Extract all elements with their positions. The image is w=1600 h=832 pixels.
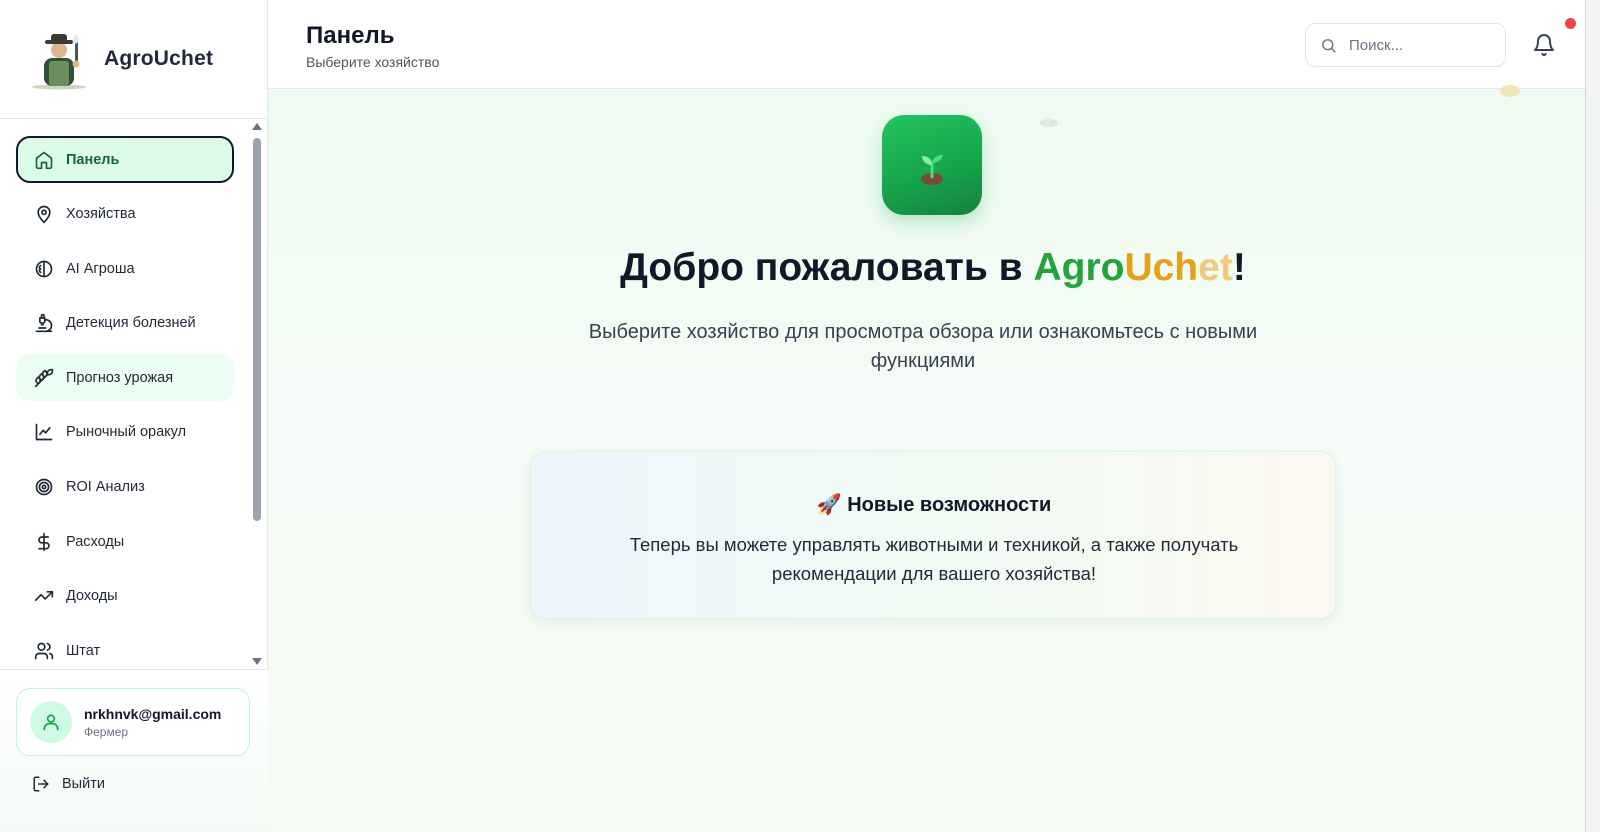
home-icon — [35, 151, 53, 169]
feature-title-text: Новые возможности — [847, 494, 1052, 516]
logout-button[interactable]: Выйти — [32, 775, 105, 793]
search-box[interactable] — [1305, 23, 1506, 67]
user-email: nrkhnvk@gmail.com — [84, 705, 222, 722]
window-right-edge — [1585, 0, 1600, 832]
sidebar-item-market-oracle[interactable]: Рыночный оракул — [16, 409, 234, 456]
scroll-up-arrow-icon[interactable] — [252, 123, 262, 130]
cloud-icon — [1040, 117, 1058, 127]
user-role: Фермер — [84, 724, 129, 739]
sidebar-item-roi-analysis[interactable]: ROI Анализ — [16, 464, 234, 511]
feature-title: 🚀 Новые возможности — [531, 492, 1337, 517]
sidebar-item-label: ROI Анализ — [66, 479, 145, 496]
page-title: Панель — [306, 22, 395, 49]
sidebar-scrollbar[interactable] — [251, 123, 263, 665]
notification-badge — [1565, 18, 1576, 29]
sidebar-item-label: Прогноз урожая — [66, 369, 174, 386]
search-icon — [1322, 38, 1336, 53]
microscope-icon — [35, 314, 53, 333]
scrollbar-thumb[interactable] — [253, 138, 261, 521]
trending-up-icon — [34, 591, 54, 602]
sidebar: AgroUchet Панель Хозяйства AI Агроша Дет… — [0, 0, 268, 832]
sidebar-item-income[interactable]: Доходы — [16, 573, 234, 620]
avatar — [30, 701, 72, 743]
user-section: nrkhnvk@gmail.com Фермер Выйти — [0, 669, 268, 832]
sidebar-item-label: Штат — [66, 642, 101, 659]
sidebar-nav: Панель Хозяйства AI Агроша Детекция боле… — [0, 119, 268, 669]
main-content: Добро пожаловать в AgroUchet! Выберите х… — [268, 85, 1585, 832]
user-card[interactable]: nrkhnvk@gmail.com Фермер — [16, 688, 250, 756]
sun-icon — [1500, 85, 1520, 97]
brand-name-part: Agro — [1033, 246, 1125, 289]
sidebar-item-expenses[interactable]: Расходы — [16, 518, 234, 565]
sidebar-item-farms[interactable]: Хозяйства — [16, 191, 234, 238]
welcome-prefix: Добро пожаловать в — [620, 246, 1034, 289]
new-features-card: 🚀 Новые возможности Теперь вы можете упр… — [530, 451, 1336, 619]
brain-icon — [35, 260, 53, 278]
sidebar-item-label: Панель — [66, 151, 120, 168]
wheat-icon — [34, 368, 54, 388]
bell-icon[interactable] — [1532, 33, 1556, 57]
target-icon — [35, 478, 53, 496]
sidebar-item-disease-detection[interactable]: Детекция болезней — [16, 300, 234, 347]
logout-label: Выйти — [62, 776, 105, 792]
sidebar-item-yield-forecast[interactable]: Прогноз урожая — [16, 354, 234, 402]
sidebar-item-ai-agrosha[interactable]: AI Агроша — [16, 245, 234, 292]
scroll-down-arrow-icon[interactable] — [252, 658, 262, 665]
sidebar-item-dashboard[interactable]: Панель — [16, 136, 234, 183]
sidebar-nav-scroll[interactable]: Панель Хозяйства AI Агроша Детекция боле… — [0, 119, 268, 669]
logo-area: AgroUchet — [0, 0, 267, 119]
logout-icon — [33, 776, 49, 792]
rocket-icon: 🚀 — [816, 494, 842, 516]
sidebar-item-label: Хозяйства — [66, 206, 136, 223]
sidebar-item-label: Детекция болезней — [66, 315, 196, 332]
welcome-heading: Добро пожаловать в AgroUchet! — [268, 246, 1598, 290]
page-subtitle: Выберите хозяйство — [306, 54, 440, 70]
search-input[interactable] — [1349, 36, 1489, 54]
feature-description: Теперь вы можете управлять животными и т… — [629, 534, 1239, 584]
brand-name-part: et — [1198, 246, 1233, 289]
sidebar-item-label: AI Агроша — [66, 260, 135, 277]
map-pin-icon — [37, 205, 51, 224]
sidebar-item-label: Доходы — [66, 588, 118, 605]
line-chart-icon — [35, 424, 53, 441]
app-name: AgroUchet — [104, 47, 214, 70]
farmer-logo-icon — [32, 34, 86, 90]
brand-name-part: Uch — [1124, 246, 1199, 289]
seedling-icon — [921, 155, 943, 185]
sprout-logo-icon — [882, 115, 982, 215]
sidebar-item-staff[interactable]: Штат — [16, 627, 234, 669]
sidebar-item-label: Рыночный оракул — [66, 424, 187, 441]
dollar-icon — [38, 532, 50, 551]
header: Панель Выберите хозяйство — [268, 0, 1600, 89]
sidebar-item-label: Расходы — [66, 533, 125, 550]
users-icon — [34, 642, 54, 660]
welcome-suffix: ! — [1232, 246, 1246, 289]
welcome-subtitle: Выберите хозяйство для просмотра обзора … — [588, 321, 1258, 372]
user-icon — [43, 714, 59, 731]
